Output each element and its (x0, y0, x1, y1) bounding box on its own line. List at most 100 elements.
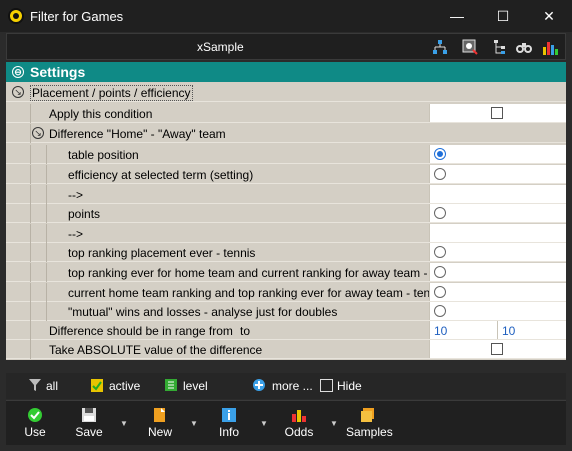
top-toolbar: xSample (6, 33, 566, 60)
check-circle-icon (28, 408, 42, 422)
bar-chart-icon[interactable] (541, 38, 559, 56)
group-label: Placement / points / efficiency (30, 85, 193, 101)
use-label: Use (24, 425, 46, 439)
save-label: Save (75, 425, 103, 439)
apply-condition-checkbox[interactable] (491, 107, 503, 119)
option-label: --> (68, 227, 83, 241)
filter-all-button[interactable]: all (46, 379, 58, 393)
more-filters-icon[interactable] (252, 377, 266, 393)
indent-guide (46, 145, 47, 164)
option-label: points (68, 207, 101, 221)
settings-filter-icon[interactable] (461, 38, 479, 56)
info-icon (222, 408, 236, 422)
apply-condition-value (429, 104, 566, 122)
apply-condition-row: Apply this condition (6, 104, 566, 123)
table-position-radio[interactable] (434, 148, 446, 160)
efficiency-setting-value[interactable] (429, 185, 566, 203)
absolute-checkbox[interactable] (491, 343, 503, 355)
indent-guide (30, 204, 31, 223)
range-to-field[interactable]: 10 (497, 321, 566, 339)
settings-header[interactable]: ⊖ Settings (6, 62, 566, 82)
hierarchy-icon[interactable] (431, 38, 449, 56)
option-row[interactable]: --> (6, 185, 566, 204)
range-from-field[interactable]: 10 (429, 321, 497, 339)
option-label: "mutual" wins and losses - analyse just … (68, 305, 338, 319)
option-label: top ranking ever for home team and curre… (68, 266, 463, 280)
range-label: Difference should be in range from (49, 324, 233, 338)
new-dropdown-caret[interactable]: ▼ (190, 419, 198, 428)
group-collapse-icon[interactable]: ↘ (12, 86, 24, 98)
samples-label: Samples (346, 425, 393, 439)
sample-label: xSample (197, 40, 244, 54)
option-row[interactable]: "mutual" wins and losses - analyse just … (6, 302, 566, 321)
binoculars-icon[interactable] (515, 38, 533, 56)
points-radio[interactable] (434, 207, 446, 219)
range-row: Difference should be in range from to 10… (6, 321, 566, 340)
indent-guide (30, 263, 31, 282)
level-icon[interactable] (164, 377, 178, 393)
top-ranking-home-radio[interactable] (434, 266, 446, 278)
subgroup-collapse-icon[interactable]: ↘ (32, 127, 44, 139)
mutual-wins-radio[interactable] (434, 305, 446, 317)
option-label: efficiency at selected term (setting) (68, 168, 254, 182)
range-to-label: to (240, 324, 251, 338)
use-button[interactable]: Use (20, 407, 50, 439)
close-button[interactable]: ✕ (526, 0, 572, 32)
indent-guide (30, 243, 31, 262)
option-row[interactable]: efficiency at selected term (setting) (6, 165, 566, 184)
indent-guide (30, 283, 31, 302)
collapse-icon[interactable]: ⊖ (12, 66, 24, 78)
save-button[interactable]: Save (72, 407, 106, 439)
floppy-disk-icon (82, 408, 96, 422)
odds-label: Odds (284, 425, 314, 439)
odds-dropdown-caret[interactable]: ▼ (330, 419, 338, 428)
indent-guide (30, 165, 31, 184)
filter-bar: all active level more ... Hide (6, 373, 566, 399)
odds-chart-icon (292, 410, 306, 422)
option-label: current home team ranking and top rankin… (68, 286, 446, 300)
subgroup-label: Difference "Home" - "Away" team (49, 127, 226, 141)
top-ranking-radio[interactable] (434, 246, 446, 258)
new-document-icon (154, 408, 165, 422)
settings-panel: ⊖ Settings ↘ Placement / points / effici… (6, 62, 566, 360)
efficiency-radio[interactable] (434, 168, 446, 180)
option-row[interactable]: table position (6, 145, 566, 164)
hide-label: Hide (337, 379, 362, 393)
save-dropdown-caret[interactable]: ▼ (120, 419, 128, 428)
info-dropdown-caret[interactable]: ▼ (260, 419, 268, 428)
hide-checkbox[interactable] (320, 379, 333, 392)
minimize-button[interactable]: — (434, 0, 480, 32)
odds-button[interactable]: Odds (282, 407, 316, 439)
points-setting-value[interactable] (429, 224, 566, 242)
indent-guide (30, 124, 31, 143)
apply-condition-label: Apply this condition (49, 107, 153, 121)
option-row[interactable]: current home team ranking and top rankin… (6, 283, 566, 302)
tree-icon[interactable] (491, 38, 509, 56)
option-label: --> (68, 188, 83, 202)
filter-level-button[interactable]: level (183, 379, 208, 393)
group-row[interactable]: ↘ Placement / points / efficiency (6, 83, 566, 102)
maximize-button[interactable]: ☐ (480, 0, 526, 32)
indent-guide (30, 145, 31, 164)
option-row[interactable]: points (6, 204, 566, 223)
title-bar: Filter for Games — ☐ ✕ (0, 0, 572, 32)
indent-guide (30, 302, 31, 321)
samples-button[interactable]: Samples (346, 407, 393, 439)
top-ranking-away-radio[interactable] (434, 286, 446, 298)
clipboard-check-icon[interactable] (90, 377, 104, 393)
indent-guide (30, 104, 31, 123)
filter-active-button[interactable]: active (109, 379, 140, 393)
option-row[interactable]: top ranking placement ever - tennis (6, 243, 566, 262)
indent-guide (30, 321, 31, 340)
filter-more-button[interactable]: more ... (272, 379, 313, 393)
option-value (429, 243, 566, 261)
funnel-all-icon[interactable] (28, 377, 42, 393)
indent-guide (46, 185, 47, 204)
option-row[interactable]: --> (6, 224, 566, 243)
new-button[interactable]: New (144, 407, 176, 439)
range-from-value: 10 (434, 324, 448, 338)
subgroup-row[interactable]: ↘ Difference "Home" - "Away" team (6, 124, 566, 143)
indent-guide (46, 243, 47, 262)
info-button[interactable]: Info (214, 407, 244, 439)
option-row[interactable]: top ranking ever for home team and curre… (6, 263, 566, 282)
